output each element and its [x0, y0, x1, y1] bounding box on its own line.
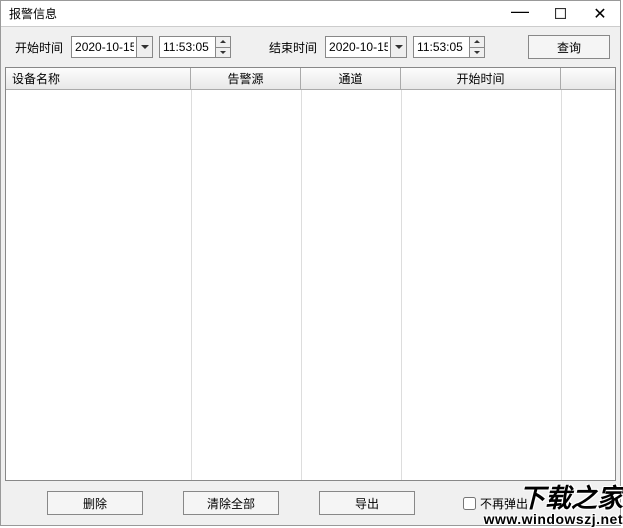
delete-button[interactable]: 删除 [47, 491, 143, 515]
clear-all-button[interactable]: 清除全部 [183, 491, 279, 515]
window-title: 报警信息 [1, 5, 500, 22]
close-button[interactable]: ✕ [580, 1, 620, 27]
grid-line [401, 90, 402, 480]
chevron-up-icon[interactable] [216, 37, 230, 48]
spinner-buttons[interactable] [469, 37, 484, 57]
start-time-spinner[interactable] [159, 36, 231, 58]
col-channel[interactable]: 通道 [301, 68, 401, 89]
alarm-table: 设备名称 告警源 通道 开始时间 [5, 67, 616, 481]
titlebar: 报警信息 — ✕ [1, 1, 620, 27]
end-time-spinner[interactable] [413, 36, 485, 58]
start-time-label: 开始时间 [15, 39, 63, 56]
grid-line [191, 90, 192, 480]
chevron-up-icon[interactable] [470, 37, 484, 48]
table-body [6, 90, 615, 480]
grid-line [301, 90, 302, 480]
footer-bar: 删除 清除全部 导出 不再弹出 [1, 481, 620, 525]
dropdown-icon[interactable] [136, 37, 152, 57]
chevron-down-icon[interactable] [470, 48, 484, 58]
col-start-time[interactable]: 开始时间 [401, 68, 561, 89]
maximize-button[interactable] [540, 1, 580, 27]
grid-line [561, 90, 562, 480]
dropdown-icon[interactable] [390, 37, 406, 57]
spinner-buttons[interactable] [215, 37, 230, 57]
col-alarm-source[interactable]: 告警源 [191, 68, 301, 89]
end-time-label: 结束时间 [269, 39, 317, 56]
col-extra[interactable] [561, 68, 615, 89]
filter-bar: 开始时间 结束时间 查询 [1, 27, 620, 67]
app-window: 报警信息 — ✕ 开始时间 结束时间 查询 设备名称 告 [0, 0, 621, 526]
no-popup-label: 不再弹出 [480, 495, 528, 512]
no-popup-checkbox[interactable]: 不再弹出 [463, 495, 528, 512]
end-date-picker[interactable] [325, 36, 407, 58]
no-popup-input[interactable] [463, 497, 476, 510]
start-date-picker[interactable] [71, 36, 153, 58]
maximize-icon [555, 8, 566, 19]
table-header: 设备名称 告警源 通道 开始时间 [6, 68, 615, 90]
minimize-button[interactable]: — [500, 1, 540, 27]
export-button[interactable]: 导出 [319, 491, 415, 515]
chevron-down-icon[interactable] [216, 48, 230, 58]
col-device-name[interactable]: 设备名称 [6, 68, 191, 89]
query-button[interactable]: 查询 [528, 35, 610, 59]
